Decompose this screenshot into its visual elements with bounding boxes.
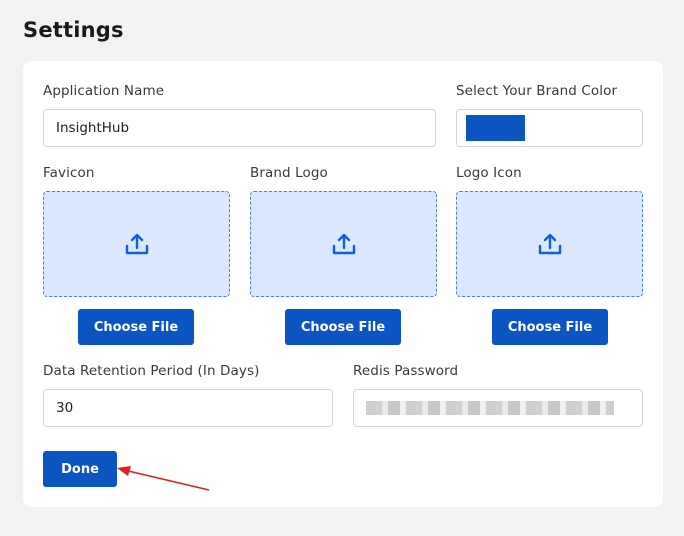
app-name-input[interactable] [43,109,436,147]
favicon-choose-file-button[interactable]: Choose File [78,309,194,345]
redis-password-input[interactable] [353,389,643,427]
logo-icon-dropzone[interactable] [456,191,643,297]
brand-logo-dropzone[interactable] [250,191,437,297]
redis-password-label: Redis Password [353,363,459,379]
brand-color-picker[interactable] [456,109,643,147]
app-name-label: Application Name [43,83,165,99]
logo-icon-choose-file-button[interactable]: Choose File [492,309,608,345]
favicon-label: Favicon [43,165,95,181]
settings-card: Application Name Select Your Brand Color… [23,61,663,507]
brand-logo-label: Brand Logo [250,165,328,181]
brand-color-label: Select Your Brand Color [456,83,618,99]
retention-input[interactable] [43,389,333,427]
logo-icon-label: Logo Icon [456,165,522,181]
upload-icon [538,233,561,255]
upload-icon [332,233,355,255]
page-title: Settings [23,18,124,42]
retention-label: Data Retention Period (In Days) [43,363,260,379]
brand-color-swatch [466,115,525,141]
upload-icon [125,233,148,255]
brand-logo-choose-file-button[interactable]: Choose File [285,309,401,345]
favicon-dropzone[interactable] [43,191,230,297]
done-button[interactable]: Done [43,451,117,487]
redacted-password [366,401,614,415]
